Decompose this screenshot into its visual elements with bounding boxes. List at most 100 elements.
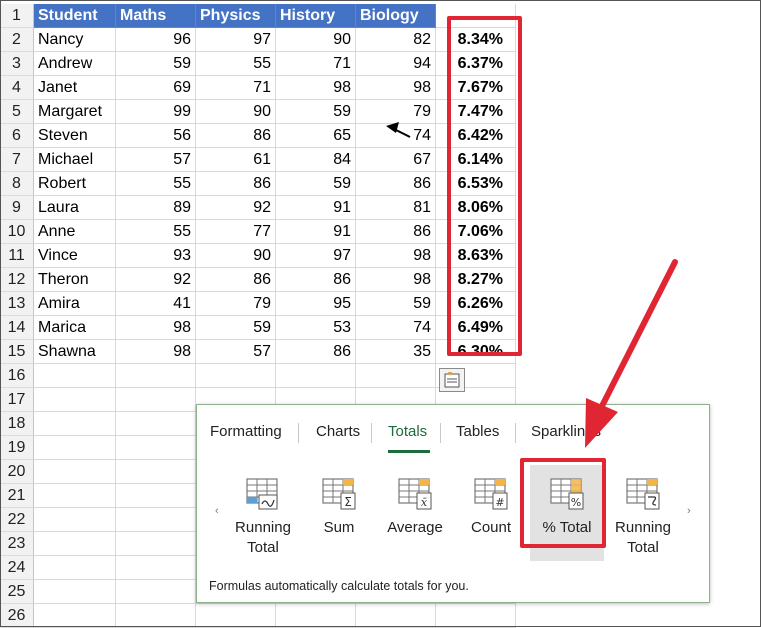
running-total-button[interactable]: Running Total	[226, 465, 300, 561]
row-header[interactable]: 21	[0, 484, 34, 508]
student-name-cell[interactable]: Shawna	[34, 340, 116, 364]
empty-cell[interactable]	[116, 556, 196, 580]
empty-cell[interactable]	[34, 436, 116, 460]
score-cell[interactable]: 92	[116, 268, 196, 292]
row-header[interactable]: 7	[0, 148, 34, 172]
score-cell[interactable]: 89	[116, 196, 196, 220]
score-cell[interactable]: 91	[276, 196, 356, 220]
empty-cell[interactable]	[196, 364, 276, 388]
empty-cell[interactable]	[34, 604, 116, 628]
tab-tables[interactable]: Tables	[456, 423, 499, 440]
percent-total-cell[interactable]: 6.14%	[436, 148, 516, 172]
percent-total-cell[interactable]: 8.63%	[436, 244, 516, 268]
sum-button[interactable]: Σ Sum	[302, 465, 376, 561]
percent-total-cell[interactable]: 8.34%	[436, 28, 516, 52]
score-cell[interactable]: 57	[196, 340, 276, 364]
row-header[interactable]: 14	[0, 316, 34, 340]
row-header[interactable]: 2	[0, 28, 34, 52]
student-name-cell[interactable]: Amira	[34, 292, 116, 316]
percent-total-cell[interactable]: 8.06%	[436, 196, 516, 220]
score-cell[interactable]: 98	[116, 316, 196, 340]
score-cell[interactable]: 98	[356, 244, 436, 268]
scroll-right-arrow[interactable]: ›	[687, 505, 691, 517]
row-header[interactable]: 22	[0, 508, 34, 532]
score-cell[interactable]: 98	[356, 76, 436, 100]
score-cell[interactable]: 86	[276, 340, 356, 364]
empty-cell[interactable]	[116, 436, 196, 460]
student-name-cell[interactable]: Nancy	[34, 28, 116, 52]
empty-cell[interactable]	[276, 604, 356, 628]
score-cell[interactable]: 86	[196, 124, 276, 148]
score-cell[interactable]: 74	[356, 316, 436, 340]
score-cell[interactable]: 56	[116, 124, 196, 148]
score-cell[interactable]: 77	[196, 220, 276, 244]
empty-cell[interactable]	[34, 508, 116, 532]
score-cell[interactable]: 86	[276, 268, 356, 292]
score-cell[interactable]: 98	[276, 76, 356, 100]
score-cell[interactable]: 79	[356, 100, 436, 124]
tab-totals[interactable]: Totals	[388, 423, 427, 440]
empty-cell[interactable]	[116, 508, 196, 532]
percent-total-cell[interactable]: 6.26%	[436, 292, 516, 316]
empty-cell[interactable]	[116, 532, 196, 556]
score-cell[interactable]: 94	[356, 52, 436, 76]
tab-charts[interactable]: Charts	[316, 423, 360, 440]
score-cell[interactable]: 69	[116, 76, 196, 100]
score-cell[interactable]: 59	[276, 100, 356, 124]
score-cell[interactable]: 55	[196, 52, 276, 76]
percent-total-cell[interactable]: 6.42%	[436, 124, 516, 148]
percent-total-cell[interactable]: 6.53%	[436, 172, 516, 196]
score-cell[interactable]: 71	[196, 76, 276, 100]
student-name-cell[interactable]: Marica	[34, 316, 116, 340]
score-cell[interactable]: 86	[196, 172, 276, 196]
empty-cell[interactable]	[356, 604, 436, 628]
running-total-columns-button[interactable]: Running Total	[606, 465, 680, 561]
empty-cell[interactable]	[34, 484, 116, 508]
score-cell[interactable]: 86	[356, 172, 436, 196]
row-header[interactable]: 19	[0, 436, 34, 460]
row-header[interactable]: 4	[0, 76, 34, 100]
student-name-cell[interactable]: Robert	[34, 172, 116, 196]
row-header[interactable]: 9	[0, 196, 34, 220]
column-header-cell[interactable]: Maths	[116, 4, 196, 28]
empty-cell[interactable]	[34, 364, 116, 388]
score-cell[interactable]: 79	[196, 292, 276, 316]
percent-total-cell[interactable]: 7.67%	[436, 76, 516, 100]
score-cell[interactable]: 65	[276, 124, 356, 148]
student-name-cell[interactable]: Laura	[34, 196, 116, 220]
score-cell[interactable]: 59	[116, 52, 196, 76]
empty-cell[interactable]	[34, 412, 116, 436]
average-button[interactable]: x̄ Average	[378, 465, 452, 561]
percent-total-cell[interactable]: 8.27%	[436, 268, 516, 292]
score-cell[interactable]: 55	[116, 172, 196, 196]
row-header[interactable]: 11	[0, 244, 34, 268]
score-cell[interactable]: 67	[356, 148, 436, 172]
score-cell[interactable]: 92	[196, 196, 276, 220]
score-cell[interactable]: 95	[276, 292, 356, 316]
percent-total-cell[interactable]: 6.30%	[436, 340, 516, 364]
score-cell[interactable]: 59	[196, 316, 276, 340]
percent-total-cell[interactable]: 6.49%	[436, 316, 516, 340]
row-header[interactable]: 26	[0, 604, 34, 628]
empty-cell[interactable]	[436, 604, 516, 628]
empty-cell[interactable]	[34, 460, 116, 484]
scroll-left-arrow[interactable]: ‹	[215, 505, 219, 517]
row-header[interactable]: 17	[0, 388, 34, 412]
score-cell[interactable]: 74	[356, 124, 436, 148]
empty-cell[interactable]	[34, 556, 116, 580]
empty-cell[interactable]	[116, 388, 196, 412]
score-cell[interactable]: 59	[276, 172, 356, 196]
student-name-cell[interactable]: Steven	[34, 124, 116, 148]
score-cell[interactable]: 61	[196, 148, 276, 172]
score-cell[interactable]: 82	[356, 28, 436, 52]
score-cell[interactable]: 55	[116, 220, 196, 244]
percent-total-cell[interactable]: 6.37%	[436, 52, 516, 76]
score-cell[interactable]: 90	[196, 100, 276, 124]
score-cell[interactable]: 41	[116, 292, 196, 316]
empty-cell[interactable]	[116, 580, 196, 604]
row-header[interactable]: 8	[0, 172, 34, 196]
empty-cell[interactable]	[116, 460, 196, 484]
empty-cell[interactable]	[356, 364, 436, 388]
score-cell[interactable]: 71	[276, 52, 356, 76]
score-cell[interactable]: 90	[276, 28, 356, 52]
